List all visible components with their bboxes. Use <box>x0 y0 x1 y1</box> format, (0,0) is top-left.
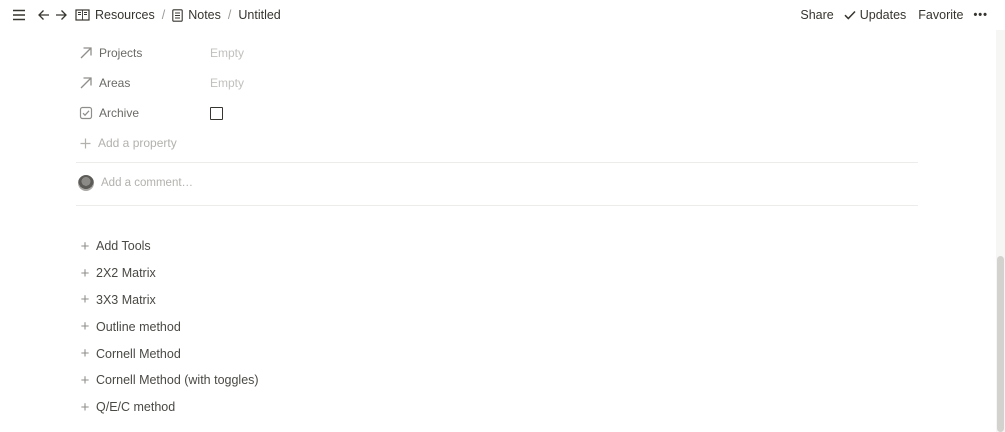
template-buttons: + Add Tools + 2X2 Matrix + 3X3 Matrix + … <box>79 233 259 421</box>
template-button-label: Cornell Method (with toggles) <box>96 373 259 388</box>
back-arrow-icon[interactable] <box>34 6 52 24</box>
property-label: Archive <box>99 106 140 120</box>
breadcrumb-resources[interactable]: Resources <box>72 6 158 24</box>
updates-button[interactable]: Updates <box>839 5 912 25</box>
forward-arrow-icon[interactable] <box>52 6 70 24</box>
top-bar: Resources / Notes / Untitled Share Updat… <box>0 0 1005 30</box>
template-button-label: Outline method <box>96 319 181 334</box>
avatar <box>78 175 94 191</box>
template-button-cornell-method[interactable]: + Cornell Method <box>79 340 259 367</box>
breadcrumb-untitled-label: Untitled <box>238 8 281 22</box>
book-icon <box>75 9 90 21</box>
property-label: Projects <box>99 46 143 60</box>
template-button-add-tools[interactable]: + Add Tools <box>79 233 259 260</box>
property-name-areas[interactable]: Areas <box>77 76 210 90</box>
template-button-label: Cornell Method <box>96 346 181 361</box>
divider <box>76 162 918 163</box>
favorite-button[interactable]: Favorite <box>913 5 968 25</box>
plus-icon: + <box>80 237 90 255</box>
template-button-outline-method[interactable]: + Outline method <box>79 313 259 340</box>
plus-icon <box>80 138 91 148</box>
breadcrumb-untitled[interactable]: Untitled <box>235 6 283 24</box>
topbar-right: Share Updates Favorite ••• <box>795 0 993 30</box>
template-button-cornell-method-toggles[interactable]: + Cornell Method (with toggles) <box>79 367 259 394</box>
template-button-label: 2X2 Matrix <box>96 266 156 281</box>
property-name-archive[interactable]: Archive <box>77 106 210 120</box>
add-property-button[interactable]: Add a property <box>77 136 177 150</box>
comment-input[interactable]: Add a comment… <box>78 175 193 191</box>
property-name-projects[interactable]: Projects <box>77 46 210 60</box>
comment-placeholder: Add a comment… <box>101 177 194 189</box>
property-row-archive: Archive <box>77 98 919 128</box>
relation-arrow-icon <box>80 77 92 89</box>
template-button-qec-method[interactable]: + Q/E/C method <box>79 394 259 421</box>
page-icon <box>172 8 183 22</box>
property-value-projects[interactable]: Empty <box>210 46 244 60</box>
breadcrumb-resources-label: Resources <box>95 8 155 22</box>
archive-checkbox[interactable] <box>210 106 223 120</box>
template-button-label: Add Tools <box>96 239 151 254</box>
template-button-2x2-matrix[interactable]: + 2X2 Matrix <box>79 260 259 287</box>
property-value-areas[interactable]: Empty <box>210 76 244 90</box>
add-property-label: Add a property <box>98 136 177 150</box>
add-property-row[interactable]: Add a property <box>77 128 919 158</box>
breadcrumb-notes[interactable]: Notes <box>169 6 224 24</box>
share-button[interactable]: Share <box>795 5 838 25</box>
checkbox-property-icon <box>79 106 93 120</box>
menu-icon[interactable] <box>10 6 28 24</box>
property-row-areas: Areas Empty <box>77 68 919 98</box>
topbar-left: Resources / Notes / Untitled <box>10 0 284 30</box>
plus-icon: + <box>80 371 90 389</box>
plus-icon: + <box>80 264 90 282</box>
breadcrumb-separator: / <box>227 8 232 22</box>
page-properties: Projects Empty Areas Empty Archive Add a… <box>77 38 919 158</box>
template-button-3x3-matrix[interactable]: + 3X3 Matrix <box>79 287 259 314</box>
breadcrumb-separator: / <box>161 8 166 22</box>
property-label: Areas <box>99 76 131 90</box>
plus-icon: + <box>80 398 90 416</box>
checkmark-icon <box>844 10 856 20</box>
divider <box>76 205 918 206</box>
plus-icon: + <box>80 345 90 363</box>
scrollbar-thumb[interactable] <box>997 256 1004 432</box>
updates-label: Updates <box>859 8 907 22</box>
template-button-label: Q/E/C method <box>96 400 176 415</box>
property-row-projects: Projects Empty <box>77 38 919 68</box>
template-button-label: 3X3 Matrix <box>96 292 156 307</box>
plus-icon: + <box>80 318 90 336</box>
plus-icon: + <box>80 291 90 309</box>
relation-arrow-icon <box>80 47 92 59</box>
more-options-icon[interactable]: ••• <box>968 6 993 24</box>
breadcrumb-notes-label: Notes <box>188 8 221 22</box>
